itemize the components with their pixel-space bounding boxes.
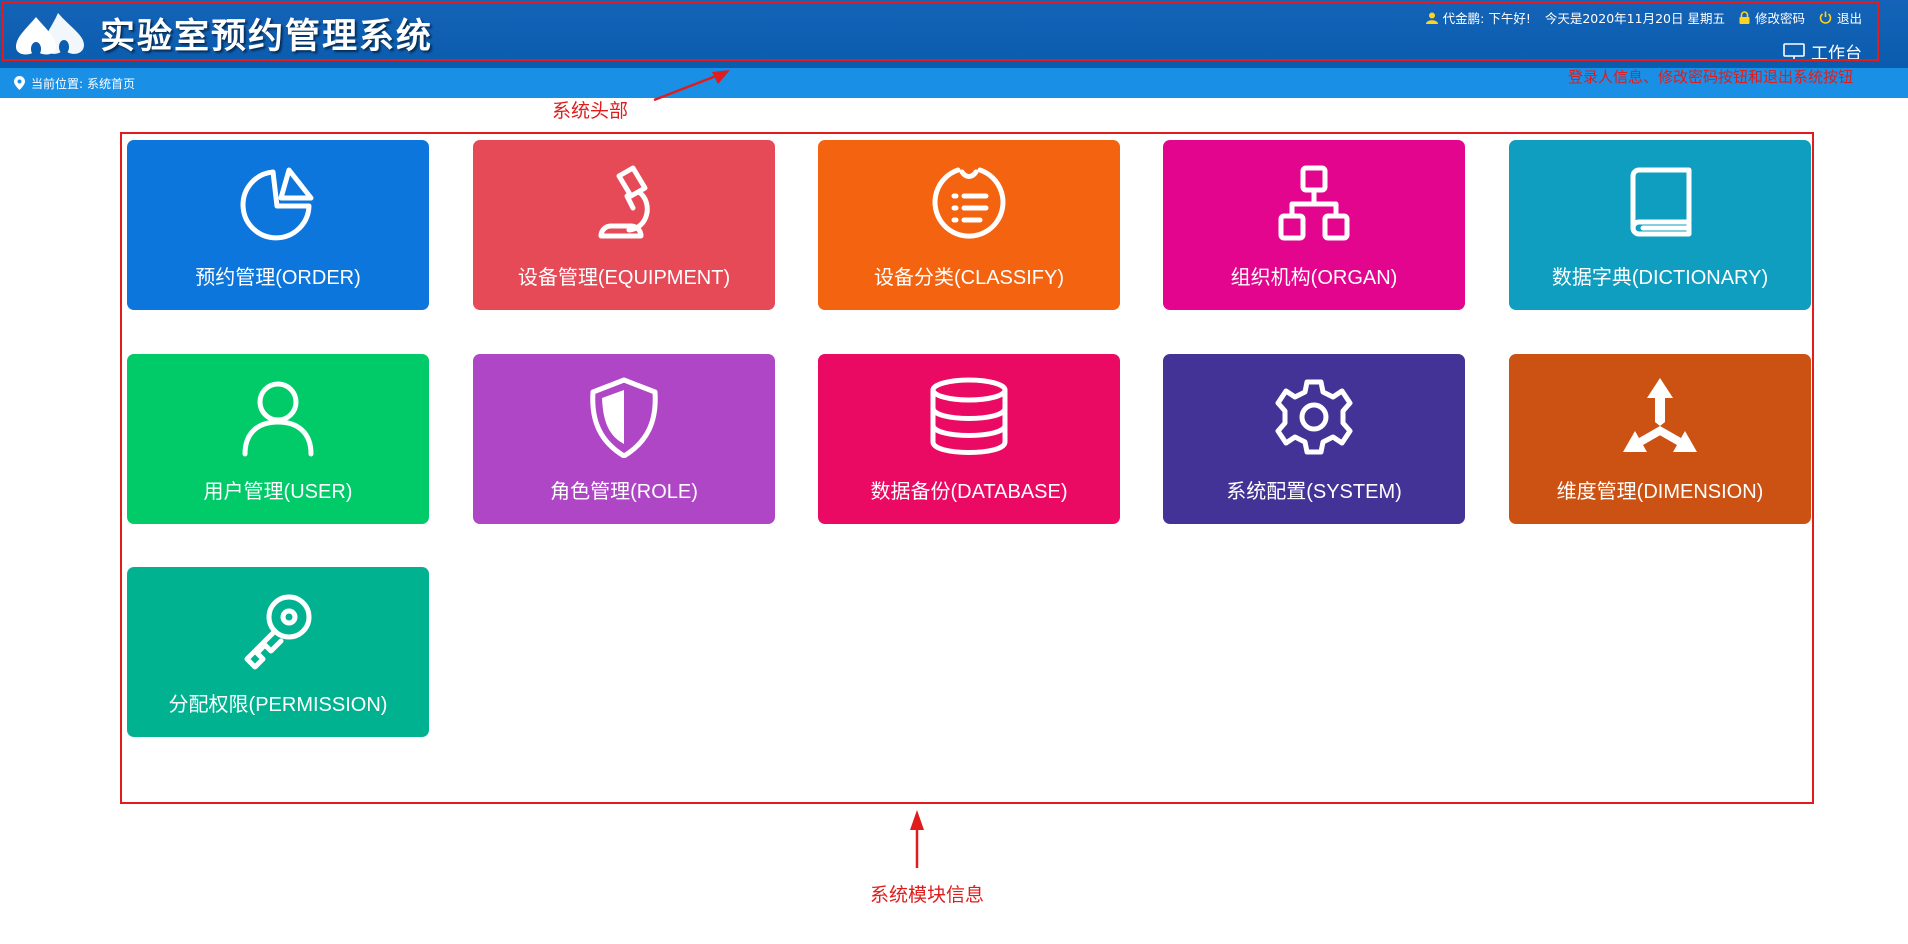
annotation-modules-label: 系统模块信息 (870, 884, 985, 906)
page: 实验室预约管理系统 代金鹏: 下午好! 今天是2020年11月20日 星期五 修… (0, 0, 1908, 944)
module-label: 数据字典(DICTIONARY) (1551, 267, 1769, 289)
module-label: 分配权限(PERMISSION) (168, 694, 388, 716)
shield-icon (583, 376, 665, 458)
module-label: 角色管理(ROLE) (550, 481, 698, 503)
module-label: 预约管理(ORDER) (195, 267, 361, 289)
annotation-arrow-header-icon (653, 70, 730, 102)
module-tile-1[interactable]: 预约管理(ORDER) (127, 140, 429, 310)
module-label: 维度管理(DIMENSION) (1556, 481, 1764, 503)
location-pin-icon (14, 76, 25, 90)
microscope-icon (583, 162, 665, 244)
module-label: 设备管理(EQUIPMENT) (517, 267, 731, 289)
database-icon (928, 376, 1010, 458)
three-arrows-icon (1619, 376, 1701, 458)
book-icon (1619, 162, 1701, 244)
org-chart-icon (1273, 162, 1355, 244)
module-tile-11[interactable]: 分配权限(PERMISSION) (127, 567, 429, 737)
annotation-arrow-modules-icon (910, 810, 924, 868)
annotation-header-label: 系统头部 (552, 100, 629, 122)
module-tile-4[interactable]: 组织机构(ORGAN) (1163, 140, 1465, 310)
breadcrumb-prefix: 当前位置: (31, 76, 84, 91)
module-label: 设备分类(CLASSIFY) (873, 267, 1065, 289)
module-tile-6[interactable]: 用户管理(USER) (127, 354, 429, 524)
module-tile-2[interactable]: 设备管理(EQUIPMENT) (473, 140, 775, 310)
breadcrumb-current[interactable]: 系统首页 (87, 75, 135, 92)
key-icon (237, 589, 319, 671)
gear-icon (1273, 376, 1355, 458)
module-label: 组织机构(ORGAN) (1230, 267, 1398, 289)
module-label: 系统配置(SYSTEM) (1226, 481, 1402, 503)
module-tile-9[interactable]: 系统配置(SYSTEM) (1163, 354, 1465, 524)
module-tile-3[interactable]: 设备分类(CLASSIFY) (818, 140, 1120, 310)
annotation-header-box (2, 1, 1879, 61)
module-label: 用户管理(USER) (203, 481, 353, 503)
module-tile-7[interactable]: 角色管理(ROLE) (473, 354, 775, 524)
list-circle-icon (928, 162, 1010, 244)
module-tile-5[interactable]: 数据字典(DICTIONARY) (1509, 140, 1811, 310)
pie-chart-icon (237, 162, 319, 244)
module-label: 数据备份(DATABASE) (870, 481, 1068, 503)
module-tile-8[interactable]: 数据备份(DATABASE) (818, 354, 1120, 524)
user-icon (237, 376, 319, 458)
module-tile-10[interactable]: 维度管理(DIMENSION) (1509, 354, 1811, 524)
annotation-user-info-label: 登录人信息、修改密码按钮和退出系统按钮 (1568, 68, 1854, 86)
